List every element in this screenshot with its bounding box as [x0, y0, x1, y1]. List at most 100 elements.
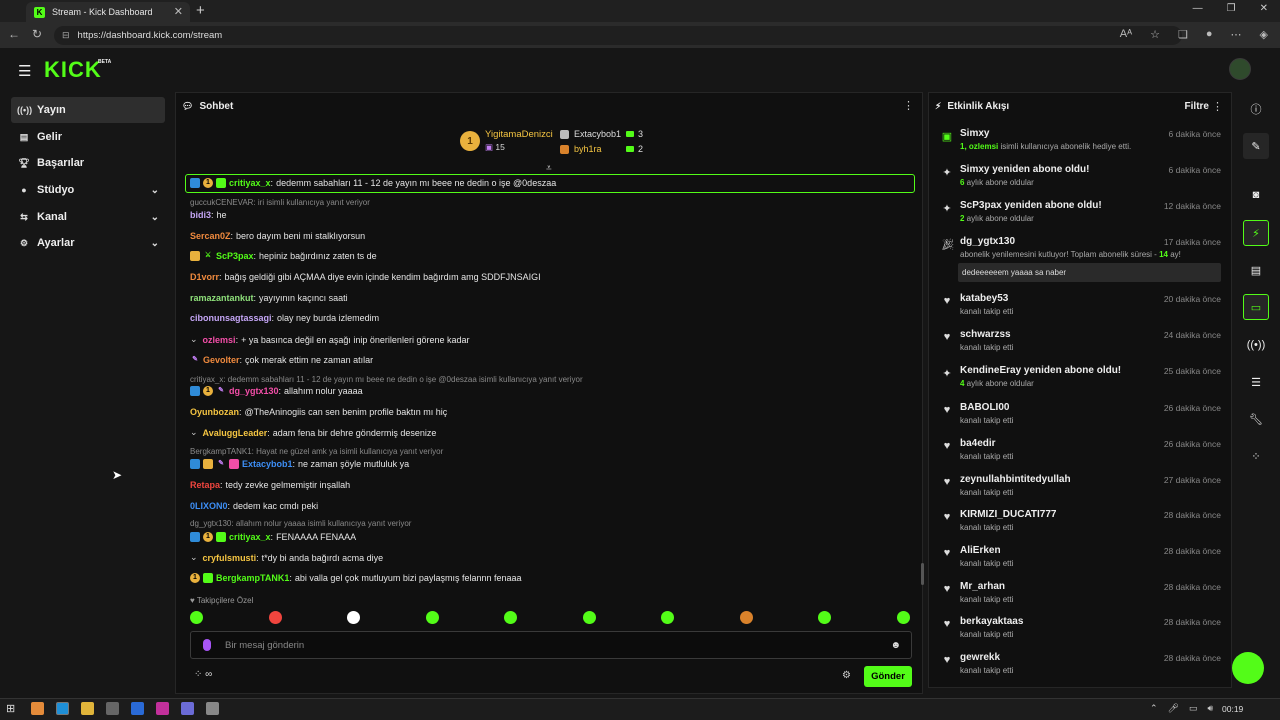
app-icon[interactable] [181, 702, 194, 715]
site-info-icon[interactable]: ⊟ [62, 30, 70, 41]
close-window-icon[interactable]: ✕ [1260, 3, 1268, 14]
emote[interactable] [504, 611, 518, 624]
chat-message[interactable]: 0LIXON0: dedem kac cmdı peki [190, 501, 318, 511]
chat-username[interactable]: Oyunbozan [190, 407, 239, 417]
chat-message[interactable]: 1 critiyax_x: dedemm sabahları 11 - 12 de … [190, 178, 556, 188]
app-icon[interactable] [31, 702, 44, 715]
chat-username[interactable]: Gevolter [203, 355, 240, 365]
activity-event[interactable]: ♥ katabey53 20 dakika önce kanalı takip ett… [929, 292, 1231, 326]
scroll-down-icon[interactable]: ⩡ [546, 163, 552, 174]
sidebar-item-yayin[interactable]: ((•)) Yayın [11, 97, 165, 123]
copilot-icon[interactable]: ◈ [1260, 28, 1268, 41]
close-tab-icon[interactable]: ✕ [174, 5, 183, 18]
leader-third[interactable]: byh1ra 2 [560, 144, 643, 154]
chat-message[interactable]: 1 BergkampTANK1: abi valla gel çok mutluyu… [190, 573, 522, 583]
url-field[interactable]: ⊟ https://dashboard.kick.com/stream [54, 26, 1182, 45]
activity-event[interactable]: ♥ gewrekk 28 dakika önce kanalı takip etti [929, 651, 1231, 685]
chat-message[interactable]: Retapa: tedy zevke gelmemiştir inşallah [190, 480, 350, 490]
chat-username[interactable]: AvaluggLeader [203, 428, 268, 438]
emote[interactable] [739, 611, 753, 624]
chat-message[interactable]: ⌄ cryfulsmusti: t*dy bi anda bağırdı acma … [190, 552, 383, 563]
microphone-icon[interactable] [203, 639, 211, 651]
mic-icon[interactable]: 🎤︎ [1168, 703, 1179, 714]
volume-icon[interactable]: 🔊︎ [1208, 703, 1214, 714]
leader-first-name[interactable]: YigitamaDenizci [485, 129, 553, 140]
chat-message[interactable]: cibonunsagtassagi: olay ney burda izlemed… [190, 313, 379, 323]
activity-event[interactable]: ▣ Simxy 6 dakika önce 1, ozlemsi isimli kul… [929, 127, 1231, 161]
chat-message[interactable]: ⌄ AvaluggLeader: adam fena bir dehre gönde… [190, 427, 436, 438]
emote[interactable] [425, 611, 439, 624]
notes-icon[interactable]: ▤ [1243, 257, 1269, 283]
emote[interactable] [818, 611, 832, 624]
activity-event[interactable]: 🎉︎ dg_ygtx130 17 dakika önce abonelik yenil… [929, 235, 1231, 282]
favorite-star-icon[interactable]: ☆ [1150, 28, 1160, 41]
chat-username[interactable]: Sercan0Z [190, 231, 231, 241]
explorer-icon[interactable] [81, 702, 94, 715]
chat-username[interactable]: 0LIXON0 [190, 501, 228, 511]
sidebar-item-gelir[interactable]: ▤ Gelir [11, 124, 165, 150]
edit-icon[interactable]: ✎ [1243, 133, 1269, 159]
activity-event[interactable]: ♥ Mr_arhan 28 dakika önce kanalı takip etti [929, 580, 1231, 614]
activity-event[interactable]: ♥ ba4edir 26 dakika önce kanalı takip etti [929, 437, 1231, 471]
activity-event[interactable]: ♥ KIRMIZI_DUCATI777 28 dakika önce kanalı t… [929, 508, 1231, 542]
maximize-icon[interactable]: ❐ [1227, 3, 1236, 14]
people-icon[interactable]: ⁘ [194, 669, 202, 680]
emote[interactable] [661, 611, 675, 624]
read-aloud-icon[interactable]: Aᴬ [1120, 28, 1132, 41]
chat-settings-icon[interactable]: ⚙ [842, 670, 851, 681]
chat-username[interactable]: D1vorr [190, 272, 219, 282]
sidebar-item-studyo[interactable]: ● Stüdyo ⌄ [11, 177, 165, 203]
emote[interactable] [347, 611, 361, 624]
emote[interactable] [268, 611, 282, 624]
chat-message[interactable]: ✎ Gevolter: çok merak ettim ne zaman atıla… [190, 355, 373, 365]
sidebar-item-kanal[interactable]: ⇆ Kanal ⌄ [11, 204, 165, 230]
queue-icon[interactable]: ☰ [1243, 369, 1269, 395]
people-icon[interactable]: ⁘ [1243, 443, 1269, 469]
chat-message-input[interactable]: Bir mesaj gönderin ☻ [190, 631, 912, 659]
chat-message[interactable]: ⚔ ScP3pax: hepiniz bağırdınız zaten ts de [190, 251, 377, 261]
chat-message[interactable]: 1 critiyax_x: FENAAAA FENAAA [190, 532, 356, 542]
chat-message[interactable]: ✎ Extacybob1: ne zaman şöyle mutluluk ya [190, 459, 409, 469]
chat-message[interactable]: ramazantankut: yayıyının kaçıncı saati [190, 293, 348, 303]
app-icon[interactable] [156, 702, 169, 715]
chevron-up-icon[interactable]: ⌃ [1150, 703, 1158, 714]
chat-username[interactable]: BergkampTANK1 [216, 573, 289, 583]
activity-event[interactable]: ♥ schwarzss 24 dakika önce kanalı takip ett… [929, 328, 1231, 362]
menu-icon[interactable]: ☰ [18, 62, 31, 80]
activity-feed-toggle-icon[interactable]: ⚡︎ [1243, 220, 1269, 246]
chat-scrollbar[interactable] [921, 563, 924, 585]
reload-icon[interactable]: ↻ [32, 27, 42, 41]
activity-event[interactable]: ♥ BABOLI00 26 dakika önce kanalı takip etti [929, 401, 1231, 435]
chat-username[interactable]: cryfulsmusti [203, 553, 257, 563]
start-icon[interactable]: ⊞ [6, 702, 19, 715]
camera-icon[interactable]: ◙ [1243, 182, 1269, 208]
sidebar-item-ayarlar[interactable]: ⚙ Ayarlar ⌄ [11, 230, 165, 256]
infinity-icon[interactable]: ∞ [205, 669, 212, 680]
chat-message[interactable]: Oyunbozan: @TheAninogiis can sen benim pr… [190, 407, 447, 417]
activity-event[interactable]: ✦ ScP3pax yeniden abone oldu! 12 dakika ön… [929, 199, 1231, 233]
new-tab-icon[interactable]: + [196, 2, 205, 19]
back-icon[interactable]: ← [8, 27, 20, 41]
chat-username[interactable]: dg_ygtx130 [229, 386, 279, 396]
kick-logo[interactable]: KICK [44, 57, 102, 83]
chat-username[interactable]: ramazantankut [190, 293, 254, 303]
chat-menu-icon[interactable]: ⋮ [903, 99, 914, 112]
sidebar-item-basarilar[interactable]: 🏆︎ Başarılar [11, 150, 165, 176]
chat-message[interactable]: Sercan0Z: bero dayım beni mi stalklıyorsu… [190, 231, 365, 241]
activity-event[interactable]: ✦ KendineEray yeniden abone oldu! 25 dakik… [929, 364, 1231, 398]
chat-username[interactable]: critiyax_x [229, 532, 271, 542]
chat-username[interactable]: Retapa [190, 480, 220, 490]
chat-message[interactable]: ⌄ ozlemsi: + ya basınca değil en aşağı ini… [190, 334, 469, 345]
activity-event[interactable]: ✦ Simxy yeniden abone oldu! 6 dakika önce 6… [929, 163, 1231, 197]
collections-icon[interactable]: ❏ [1178, 28, 1188, 41]
edge-icon[interactable] [56, 702, 69, 715]
floating-action-button[interactable] [1232, 652, 1264, 684]
wrench-icon[interactable]: 🔧︎ [1243, 406, 1269, 432]
emote[interactable] [190, 611, 203, 624]
chat-username[interactable]: cibonunsagtassagi [190, 313, 272, 323]
info-icon[interactable]: ⓘ [1243, 96, 1269, 122]
minimize-icon[interactable]: — [1193, 3, 1203, 14]
chat-username[interactable]: bidi3 [190, 210, 211, 220]
emoji-icon[interactable]: ☻ [890, 640, 901, 651]
activity-event[interactable]: ♥ AliErken 28 dakika önce kanalı takip etti [929, 544, 1231, 578]
